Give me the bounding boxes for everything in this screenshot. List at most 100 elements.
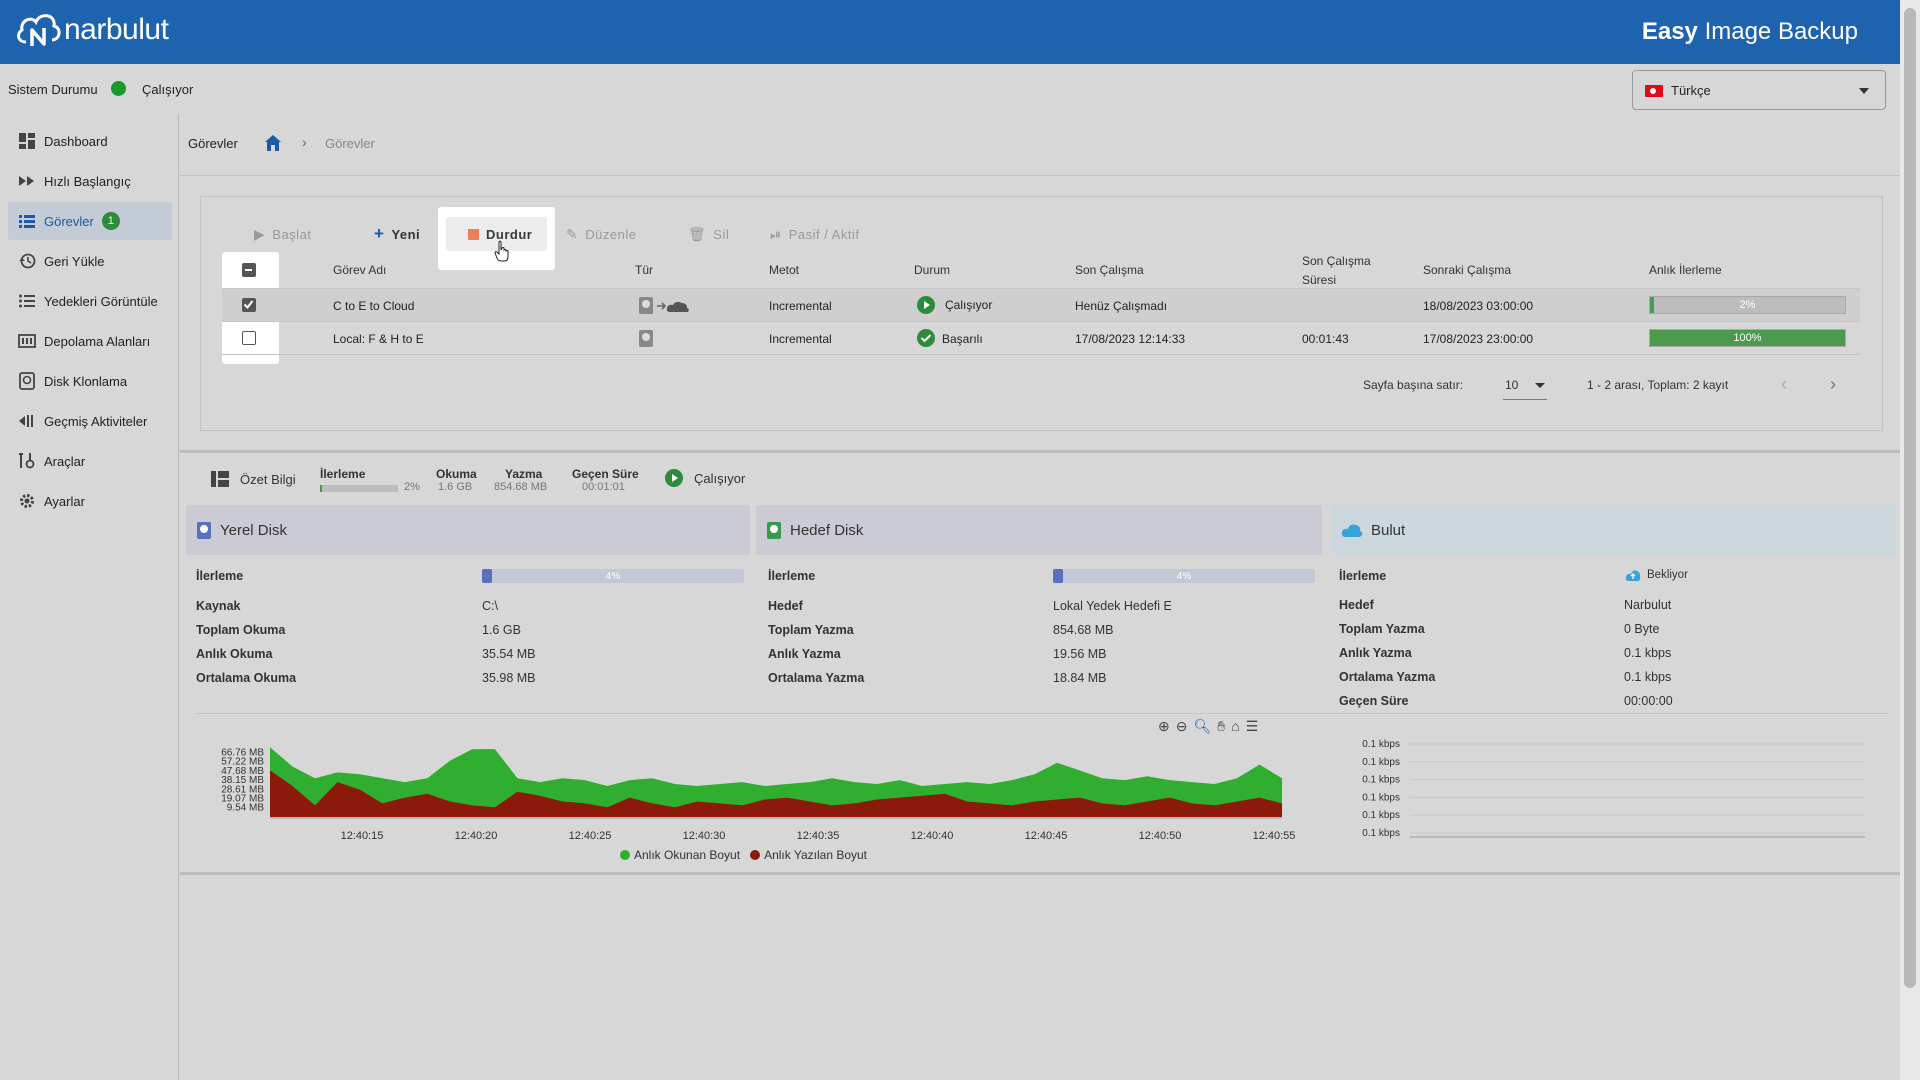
- chart-divider: [196, 713, 1888, 714]
- sidebar-item-restore[interactable]: Geri Yükle: [8, 242, 172, 280]
- sidebar-item-settings[interactable]: Ayarlar: [8, 482, 172, 520]
- cloud-icon: [1341, 524, 1363, 537]
- sidebar-item-label: Disk Klonlama: [44, 373, 128, 389]
- hand-cursor-icon: [494, 240, 509, 262]
- fast-forward-icon: [19, 176, 34, 186]
- sidebar-item-tasks[interactable]: Görevler 1: [8, 202, 172, 240]
- system-status-value: Çalışıyor: [142, 82, 194, 97]
- task-duration: 00:01:43: [1302, 332, 1349, 346]
- column-header-next-run[interactable]: Sonraki Çalışma: [1423, 263, 1511, 277]
- local-instant-read-label: Anlık Okuma: [196, 647, 273, 661]
- column-header-last-run[interactable]: Son Çalışma: [1075, 263, 1144, 277]
- sidebar-item-quick-start[interactable]: Hızlı Başlangıç: [8, 162, 172, 200]
- chart-toolbar: ⊕ ⊖ 🔍︎ ✋︎ ⌂ ☰: [1158, 718, 1258, 735]
- progress-label: 2%: [1739, 299, 1756, 311]
- summary-progress-bar: [320, 485, 398, 492]
- column-header-last-duration[interactable]: Son Çalışma: [1302, 254, 1371, 268]
- pan-hand-icon[interactable]: ✋︎: [1217, 718, 1225, 735]
- play-icon: ▶: [254, 225, 266, 242]
- chevron-right-icon: ›: [302, 134, 307, 150]
- delete-label: Sil: [713, 226, 730, 242]
- write-legend-label: Anlık Yazılan Boyut: [764, 848, 868, 862]
- task-status: Çalışıyor: [945, 298, 993, 312]
- cloud-instant-write-value: 0.1 kbps: [1624, 646, 1672, 660]
- row-checkbox[interactable]: [242, 331, 256, 345]
- chart-legend: Anlık Okunan Boyut Anlık Yazılan Boyut: [620, 848, 867, 862]
- sidebar-item-storage[interactable]: Depolama Alanları: [8, 322, 172, 360]
- target-disk-panel-header: Hedef Disk: [756, 505, 1322, 555]
- y-tick-label: 0.1 kbps: [1362, 810, 1400, 821]
- sidebar-item-view-backups[interactable]: Yedekleri Görüntüle: [8, 282, 172, 320]
- restore-icon: [19, 253, 36, 269]
- summary-elapsed-value: 00:01:01: [582, 481, 625, 493]
- summary-elapsed-label: Geçen Süre: [572, 467, 639, 481]
- row-checkbox[interactable]: [242, 298, 256, 312]
- task-name[interactable]: C to E to Cloud: [333, 299, 414, 313]
- x-tick-label: 12:40:45: [1025, 830, 1068, 842]
- cloud-total-write-label: Toplam Yazma: [1339, 622, 1425, 636]
- next-page-icon[interactable]: ›: [1830, 374, 1836, 395]
- cloud-progress-status: Bekliyor: [1647, 569, 1688, 581]
- column-header-status[interactable]: Durum: [914, 263, 950, 277]
- column-header-type[interactable]: Tür: [635, 263, 653, 277]
- edit-button[interactable]: ✎ Düzenle: [566, 219, 636, 249]
- summary-state: Çalışıyor: [694, 471, 746, 486]
- sidebar-item-label: Ayarlar: [44, 493, 85, 509]
- new-button[interactable]: + Yeni: [374, 219, 420, 249]
- sidebar-item-dashboard[interactable]: Dashboard: [8, 122, 172, 160]
- reset-home-icon[interactable]: ⌂: [1231, 718, 1239, 735]
- sidebar-item-label: Araçlar: [44, 453, 86, 469]
- stop-icon: [468, 228, 479, 240]
- system-status-label: Sistem Durumu: [8, 82, 98, 97]
- zoom-in-icon[interactable]: ⊕: [1158, 718, 1170, 735]
- zoom-select-icon[interactable]: 🔍︎: [1193, 718, 1211, 735]
- cloud-avg-write-value: 0.1 kbps: [1624, 670, 1672, 684]
- task-next-run: 18/08/2023 03:00:00: [1423, 299, 1534, 313]
- scrollbar-thumb[interactable]: [1904, 8, 1916, 988]
- toggle-active-button[interactable]: ⏯ Pasif / Aktif: [770, 219, 860, 249]
- view-list-icon: [19, 294, 35, 308]
- narbulut-logo[interactable]: narbulut: [14, 6, 169, 54]
- task-name[interactable]: Local: F & H to E: [333, 332, 424, 346]
- sidebar-item-label: Dashboard: [44, 133, 108, 149]
- trash-icon: 🗑: [688, 225, 707, 242]
- app-header: narbulut Easy Image Backup: [0, 0, 1900, 64]
- task-method: Incremental: [769, 299, 832, 313]
- pencil-icon: ✎: [566, 225, 579, 242]
- local-progress-label: İlerleme: [196, 569, 244, 583]
- tools-icon: [19, 453, 35, 469]
- page-scrollbar[interactable]: [1900, 0, 1920, 1080]
- cloud-instant-write-label: Anlık Yazma: [1339, 646, 1412, 660]
- sidebar-item-tools[interactable]: Araçlar: [8, 442, 172, 480]
- x-tick-label: 12:40:30: [683, 830, 726, 842]
- column-header-name[interactable]: Görev Adı: [333, 263, 386, 277]
- cloud-progress-label: İlerleme: [1339, 569, 1387, 583]
- prev-page-icon[interactable]: ‹: [1781, 374, 1787, 395]
- list-icon: [19, 215, 35, 228]
- local-instant-read-value: 35.54 MB: [482, 647, 536, 661]
- task-progress-bar: 2%: [1649, 296, 1846, 314]
- target-avg-write-value: 18.84 MB: [1053, 671, 1107, 685]
- rows-per-page-select[interactable]: 10: [1503, 372, 1547, 400]
- zoom-out-icon[interactable]: ⊖: [1176, 718, 1188, 735]
- table-row[interactable]: [222, 289, 1860, 321]
- summary-grid-icon: [211, 471, 229, 487]
- sidebar-item-disk-clone[interactable]: Disk Klonlama: [8, 362, 172, 400]
- language-value: Türkçe: [1671, 83, 1711, 98]
- home-icon[interactable]: [264, 134, 282, 152]
- column-header-method[interactable]: Metot: [769, 263, 799, 277]
- task-next-run: 17/08/2023 23:00:00: [1423, 332, 1534, 346]
- target-disk-icon: [767, 521, 781, 539]
- start-button[interactable]: ▶ Başlat: [254, 219, 311, 249]
- target-disk-title: Hedef Disk: [790, 521, 864, 539]
- language-select[interactable]: Türkçe: [1632, 70, 1886, 110]
- delete-button[interactable]: 🗑 Sil: [688, 219, 729, 249]
- target-dest-value: Lokal Yedek Hedefi E: [1053, 599, 1172, 613]
- chart-menu-icon[interactable]: ☰: [1246, 718, 1259, 735]
- cloud-panel-header: Bulut: [1331, 505, 1895, 555]
- select-all-checkbox[interactable]: [242, 263, 256, 277]
- sidebar-item-label: Görevler: [44, 213, 94, 229]
- sidebar-item-history[interactable]: Geçmiş Aktiviteler: [8, 402, 172, 440]
- column-header-progress[interactable]: Anlık İlerleme: [1649, 263, 1722, 277]
- disk-to-cloud-icon: [638, 296, 694, 319]
